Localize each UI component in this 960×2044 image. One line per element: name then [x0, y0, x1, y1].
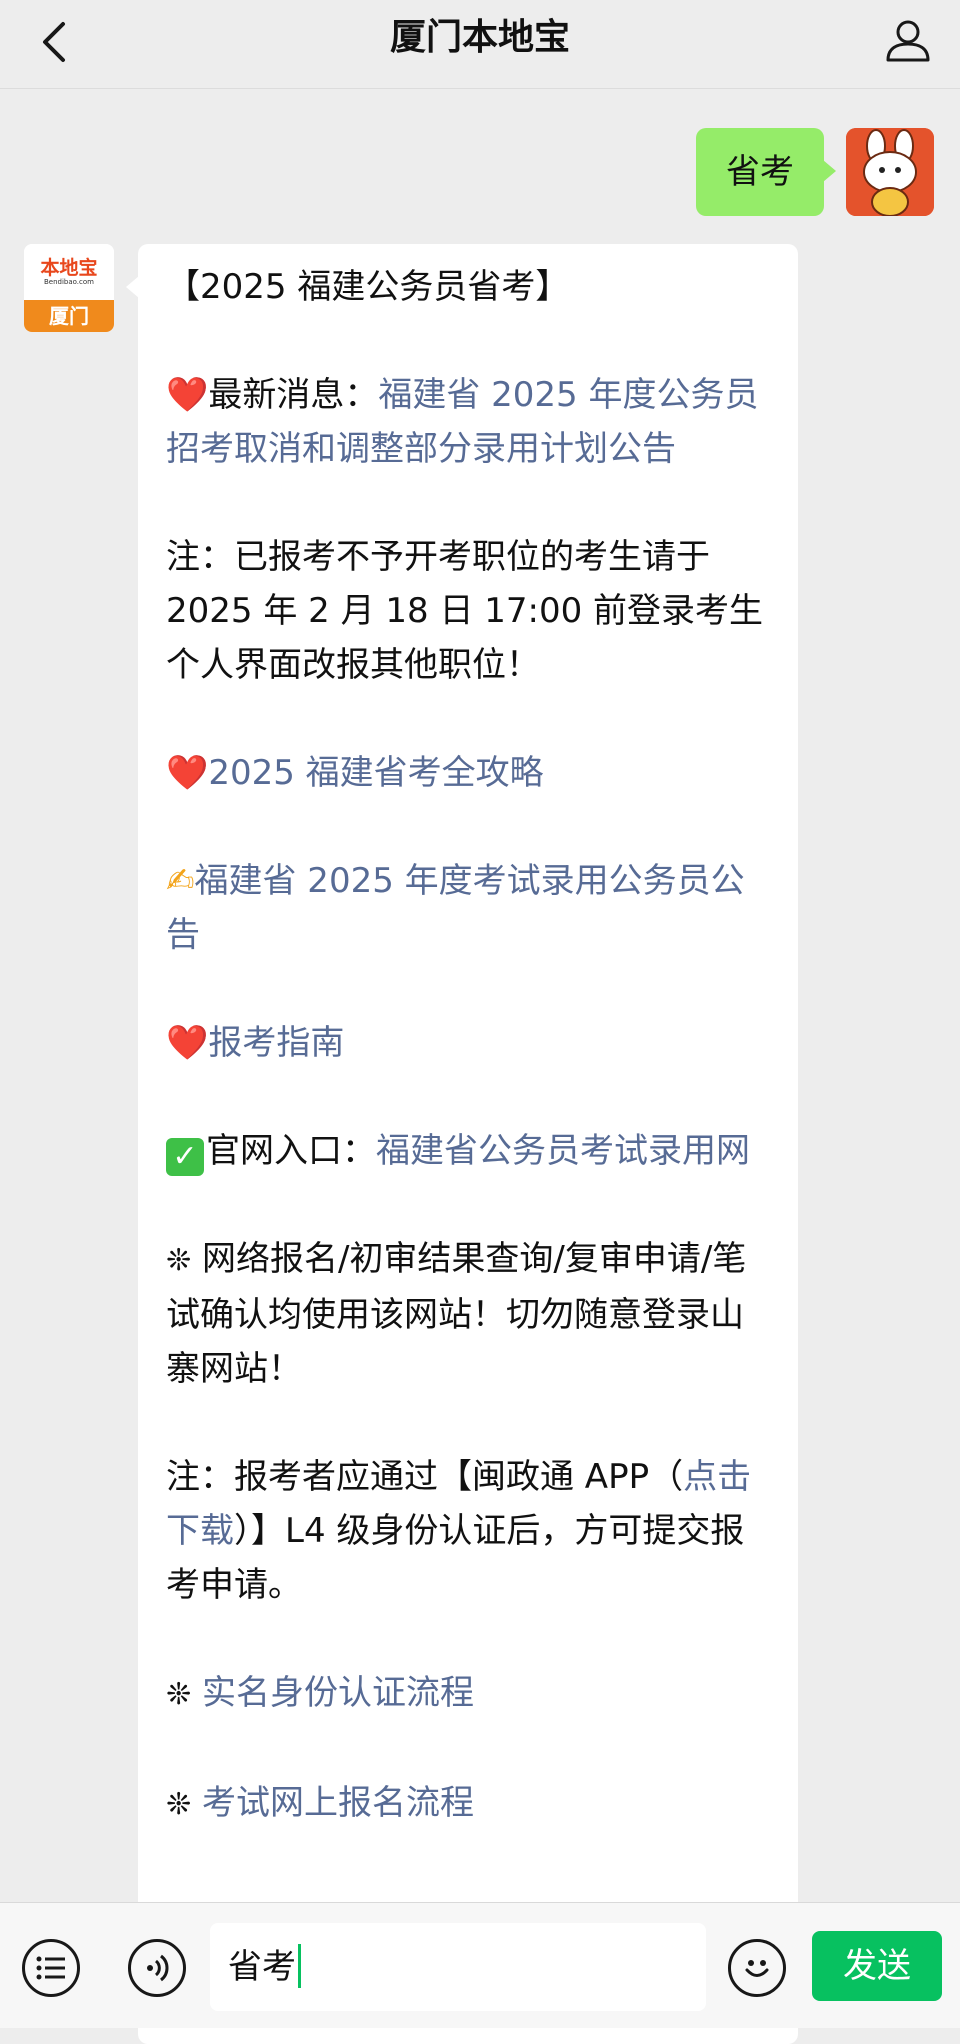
logo-brand: 本地宝	[40, 256, 98, 279]
voice-button[interactable]	[128, 1939, 186, 1997]
logo-top: 本地宝 Bendibao.com	[24, 244, 114, 300]
note2-line: 注：报考者应通过【闽政通 APP（点击下载）】L4 级身份认证后，方可提交报考申…	[166, 1450, 776, 1612]
news-line: ❤️最新消息：福建省 2025 年度公务员招考取消和调整部分录用计划公告	[166, 368, 776, 476]
note2-prefix: 注：报考者应通过【闽政通 APP（	[166, 1457, 684, 1497]
bunny-avatar-icon	[846, 128, 934, 216]
strategy-line: ❤️2025 福建省考全攻略	[166, 746, 776, 800]
user-icon	[886, 20, 930, 62]
chat-info-button[interactable]	[880, 12, 936, 68]
official-label: 官网入口：	[206, 1131, 376, 1171]
list-menu-icon	[36, 1956, 65, 1980]
received-message-text: 【2025 福建公务员省考】 ❤️最新消息：福建省 2025 年度公务员招考取消…	[166, 260, 776, 1886]
menu-button[interactable]	[22, 1939, 80, 1997]
asterisk-icon: ❊	[166, 1787, 192, 1822]
announcement-link[interactable]: 福建省 2025 年度考试录用公务员公告	[166, 861, 745, 955]
sent-message-bubble[interactable]: 省考	[696, 128, 836, 216]
logo-city: 厦门	[24, 300, 114, 332]
smiley-icon	[745, 1960, 769, 1977]
top-nav-bar: 厦门本地宝	[0, 0, 960, 89]
heart-icon: ❤️	[166, 753, 209, 793]
heart-icon: ❤️	[166, 375, 209, 415]
writing-hand-icon: ✍	[166, 861, 195, 901]
announcement-line: ✍福建省 2025 年度考试录用公务员公告	[166, 854, 776, 962]
auth-process-link[interactable]: 实名身份认证流程	[202, 1673, 474, 1713]
official-site-line: ✓ 官网入口：福建省公务员考试录用网	[166, 1124, 776, 1178]
send-button[interactable]: 发送	[812, 1931, 942, 2001]
news-label: 最新消息：	[208, 375, 379, 415]
message-heading: 【2025 福建公务员省考】	[166, 267, 570, 307]
voice-icon	[147, 1954, 169, 1982]
note2-suffix: ）】L4 级身份认证后，方可提交报考申请。	[166, 1511, 745, 1605]
asterisk-icon: ❊	[166, 1677, 192, 1712]
tip-text: 网络报名/初审结果查询/复审申请/笔试确认均使用该网站！切勿随意登录山寨网站！	[166, 1239, 747, 1389]
message-input-value: 省考	[228, 1947, 296, 1987]
input-toolbar: 省考 发送	[0, 1902, 960, 2028]
official-site-link[interactable]: 福建省公务员考试录用网	[376, 1131, 750, 1171]
note-line: 注：已报考不予开考职位的考生请于 2025 年 2 月 18 日 17:00 前…	[166, 537, 764, 685]
text-caret	[298, 1944, 301, 1988]
chat-title: 厦门本地宝	[389, 17, 570, 58]
auth-line: ❊ 实名身份认证流程	[166, 1666, 776, 1722]
check-icon: ✓	[166, 1138, 204, 1176]
logo-domain: Bendibao.com	[43, 277, 94, 286]
sent-message-text: 省考	[726, 152, 794, 192]
asterisk-icon: ❊	[166, 1243, 192, 1278]
official-account-avatar[interactable]: 本地宝 Bendibao.com 厦门	[24, 244, 114, 332]
guide-link[interactable]: 报考指南	[208, 1023, 344, 1063]
signup-process-link[interactable]: 考试网上报名流程	[202, 1783, 474, 1823]
tip-line: ❊ 网络报名/初审结果查询/复审申请/笔试确认均使用该网站！切勿随意登录山寨网站…	[166, 1232, 776, 1396]
message-input[interactable]: 省考	[210, 1923, 706, 2011]
emoji-button[interactable]	[728, 1939, 786, 1997]
signup-line: ❊ 考试网上报名流程	[166, 1776, 776, 1832]
heart-icon: ❤️	[166, 1023, 209, 1063]
my-avatar[interactable]	[846, 128, 934, 216]
guide-line: ❤️报考指南	[166, 1016, 776, 1070]
strategy-link[interactable]: 2025 福建省考全攻略	[208, 753, 543, 793]
